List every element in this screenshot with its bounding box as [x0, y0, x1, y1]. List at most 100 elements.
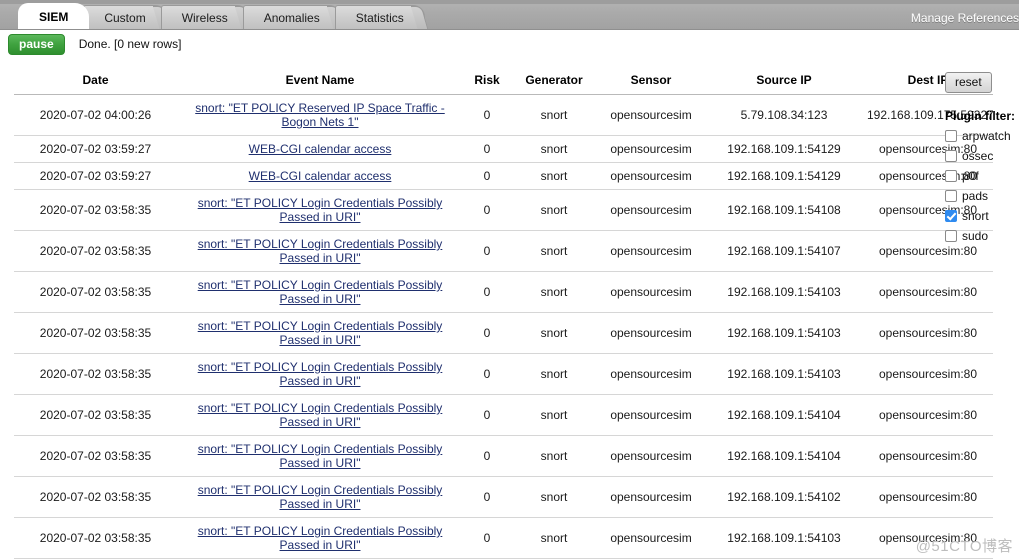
- plugin-filter-row-sudo[interactable]: sudo: [945, 226, 1019, 246]
- tab-anomalies[interactable]: Anomalies: [242, 5, 341, 29]
- cell-sensor: opensourcesim: [597, 135, 705, 163]
- cell-event-name: snort: "ET POLICY Login Credentials Poss…: [177, 230, 463, 272]
- plugin-filter-row-snort[interactable]: snort: [945, 206, 1019, 226]
- plugin-filter-row-arpwatch[interactable]: arpwatch: [945, 126, 1019, 146]
- events-table: Date Event Name Risk Generator Sensor So…: [14, 68, 993, 560]
- cell-date: 2020-07-02 03:58:35: [14, 312, 177, 354]
- column-header-generator[interactable]: Generator: [511, 68, 597, 95]
- table-row[interactable]: 2020-07-02 03:58:35 snort: "ET POLICY Log…: [14, 435, 993, 477]
- cell-risk: 0: [463, 435, 511, 477]
- cell-event-name: snort: "ET POLICY Reserved IP Space Traf…: [177, 94, 463, 136]
- event-name-link[interactable]: snort: "ET POLICY Login Credentials Poss…: [198, 278, 443, 306]
- table-row[interactable]: 2020-07-02 03:59:27 WEB-CGI calendar acce…: [14, 135, 993, 163]
- plugin-filter-label: arpwatch: [962, 129, 1011, 143]
- cell-date: 2020-07-02 03:58:35: [14, 476, 177, 518]
- cell-sensor: opensourcesim: [597, 435, 705, 477]
- events-table-body: 2020-07-02 04:00:26 snort: "ET POLICY Res…: [14, 94, 993, 560]
- table-row[interactable]: 2020-07-02 03:58:35 snort: "ET POLICY Log…: [14, 271, 993, 313]
- tab-siem[interactable]: SIEM: [18, 3, 90, 29]
- cell-date: 2020-07-02 03:58:35: [14, 230, 177, 272]
- event-name-link[interactable]: snort: "ET POLICY Reserved IP Space Traf…: [195, 101, 444, 129]
- event-name-link[interactable]: snort: "ET POLICY Login Credentials Poss…: [198, 196, 443, 224]
- table-row[interactable]: 2020-07-02 03:58:35 snort: "ET POLICY Log…: [14, 312, 993, 354]
- checkbox-sudo[interactable]: [945, 230, 957, 242]
- column-header-risk[interactable]: Risk: [463, 68, 511, 95]
- plugin-filter-row-ossec[interactable]: ossec: [945, 146, 1019, 166]
- plugin-filter-label: sudo: [962, 229, 989, 243]
- cell-generator: snort: [511, 353, 597, 395]
- cell-risk: 0: [463, 271, 511, 313]
- cell-dest-ip: opensourcesim:80: [863, 353, 993, 395]
- table-row[interactable]: 2020-07-02 04:00:26 snort: "ET POLICY Res…: [14, 94, 993, 136]
- event-name-link[interactable]: snort: "ET POLICY Login Credentials Poss…: [198, 237, 443, 265]
- event-name-link[interactable]: snort: "ET POLICY Login Credentials Poss…: [198, 524, 443, 552]
- checkbox-pads[interactable]: [945, 190, 957, 202]
- column-header-event-name[interactable]: Event Name: [177, 68, 463, 95]
- cell-generator: snort: [511, 135, 597, 163]
- manage-references-link[interactable]: Manage References: [911, 11, 1019, 25]
- cell-sensor: opensourcesim: [597, 394, 705, 436]
- cell-source-ip: 192.168.109.1:54104: [705, 394, 863, 436]
- pause-button[interactable]: pause: [8, 33, 65, 55]
- plugin-filter-row-pads[interactable]: pads: [945, 186, 1019, 206]
- tab-label: Custom: [104, 11, 146, 25]
- column-header-source-ip[interactable]: Source IP: [705, 68, 863, 95]
- cell-sensor: opensourcesim: [597, 162, 705, 190]
- cell-generator: snort: [511, 435, 597, 477]
- event-name-link[interactable]: snort: "ET POLICY Login Credentials Poss…: [198, 401, 443, 429]
- cell-risk: 0: [463, 476, 511, 518]
- event-name-link[interactable]: snort: "ET POLICY Login Credentials Poss…: [198, 360, 443, 388]
- cell-generator: snort: [511, 189, 597, 231]
- table-row[interactable]: 2020-07-02 03:58:35 snort: "ET POLICY Log…: [14, 353, 993, 395]
- cell-source-ip: 192.168.109.1:54108: [705, 189, 863, 231]
- event-name-link[interactable]: WEB-CGI calendar access: [249, 169, 392, 183]
- cell-event-name: snort: "ET POLICY Login Credentials Poss…: [177, 353, 463, 395]
- table-row[interactable]: 2020-07-02 03:58:35 snort: "ET POLICY Log…: [14, 476, 993, 518]
- table-row[interactable]: 2020-07-02 03:58:35 snort: "ET POLICY Log…: [14, 394, 993, 436]
- checkbox-snort[interactable]: [945, 210, 957, 222]
- checkbox-p0f[interactable]: [945, 170, 957, 182]
- cell-dest-ip: opensourcesim:80: [863, 394, 993, 436]
- table-header-row: Date Event Name Risk Generator Sensor So…: [14, 68, 993, 95]
- cell-date: 2020-07-02 03:58:35: [14, 353, 177, 395]
- table-row[interactable]: 2020-07-02 03:58:35 snort: "ET POLICY Log…: [14, 189, 993, 231]
- cell-generator: snort: [511, 230, 597, 272]
- cell-risk: 0: [463, 230, 511, 272]
- reset-button[interactable]: reset: [945, 72, 992, 93]
- checkbox-arpwatch[interactable]: [945, 130, 957, 142]
- event-name-link[interactable]: snort: "ET POLICY Login Credentials Poss…: [198, 442, 443, 470]
- table-row[interactable]: 2020-07-02 03:59:27 WEB-CGI calendar acce…: [14, 162, 993, 190]
- table-row[interactable]: 2020-07-02 03:58:35 snort: "ET POLICY Log…: [14, 230, 993, 272]
- cell-source-ip: 192.168.109.1:54129: [705, 135, 863, 163]
- tab-custom[interactable]: Custom: [83, 5, 167, 29]
- cell-sensor: opensourcesim: [597, 271, 705, 313]
- tab-wireless[interactable]: Wireless: [160, 5, 249, 29]
- column-header-date[interactable]: Date: [14, 68, 177, 95]
- cell-risk: 0: [463, 394, 511, 436]
- cell-event-name: snort: "ET POLICY Login Credentials Poss…: [177, 271, 463, 313]
- cell-sensor: opensourcesim: [597, 312, 705, 354]
- table-row[interactable]: 2020-07-02 03:58:35 snort: "ET POLICY Log…: [14, 517, 993, 559]
- cell-date: 2020-07-02 03:58:35: [14, 435, 177, 477]
- cell-source-ip: 192.168.109.1:54103: [705, 271, 863, 313]
- checkbox-ossec[interactable]: [945, 150, 957, 162]
- status-message: Done. [0 new rows]: [78, 37, 182, 51]
- plugin-filter-label: pads: [962, 189, 989, 203]
- cell-risk: 0: [463, 312, 511, 354]
- cell-dest-ip: opensourcesim:80: [863, 312, 993, 354]
- cell-sensor: opensourcesim: [597, 189, 705, 231]
- cell-sensor: opensourcesim: [597, 517, 705, 559]
- cell-sensor: opensourcesim: [597, 476, 705, 518]
- plugin-filter-list: arpwatch ossec p0f pads snort sudo: [945, 126, 1019, 246]
- plugin-filter-row-p0f[interactable]: p0f: [945, 166, 1019, 186]
- cell-dest-ip: opensourcesim:80: [863, 476, 993, 518]
- tab-label: Wireless: [181, 11, 228, 25]
- cell-date: 2020-07-02 03:58:35: [14, 189, 177, 231]
- event-name-link[interactable]: WEB-CGI calendar access: [249, 142, 392, 156]
- event-name-link[interactable]: snort: "ET POLICY Login Credentials Poss…: [198, 319, 443, 347]
- cell-date: 2020-07-02 03:59:27: [14, 135, 177, 163]
- cell-source-ip: 192.168.109.1:54107: [705, 230, 863, 272]
- tab-statistics[interactable]: Statistics: [334, 5, 425, 29]
- column-header-sensor[interactable]: Sensor: [597, 68, 705, 95]
- event-name-link[interactable]: snort: "ET POLICY Login Credentials Poss…: [198, 483, 443, 511]
